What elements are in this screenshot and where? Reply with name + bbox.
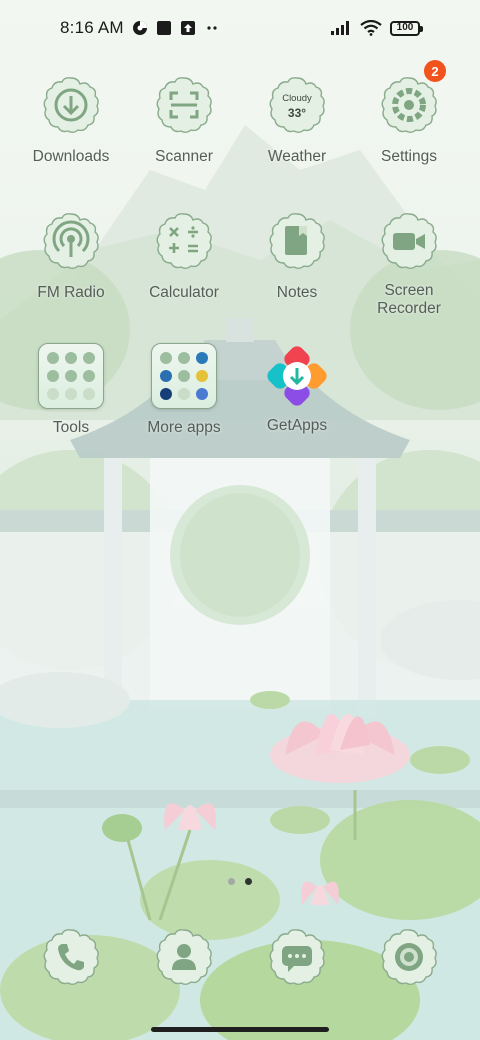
status-bar: 8:16 AM 100 bbox=[0, 0, 480, 56]
download-icon bbox=[42, 76, 100, 134]
app-screen-recorder[interactable]: Screen Recorder bbox=[353, 212, 465, 318]
scan-icon bbox=[155, 76, 213, 134]
app-settings[interactable]: 2 Settings bbox=[353, 60, 465, 166]
app-label: Scanner bbox=[155, 148, 213, 165]
app-label: Calculator bbox=[149, 284, 219, 301]
contacts-icon bbox=[155, 928, 213, 986]
app-label: Downloads bbox=[32, 148, 110, 165]
notification-badge: 2 bbox=[424, 60, 446, 82]
gear-icon: 2 bbox=[380, 60, 446, 134]
folder-more-apps[interactable]: More apps bbox=[128, 343, 240, 437]
signal-icon bbox=[330, 20, 352, 36]
folder-icon bbox=[151, 343, 217, 409]
app-label: GetApps bbox=[266, 417, 328, 434]
app-label: FM Radio bbox=[37, 284, 105, 301]
page-indicator[interactable] bbox=[0, 878, 480, 885]
phone-icon bbox=[42, 928, 100, 986]
app-label: Notes bbox=[276, 284, 318, 301]
battery-icon: 100 bbox=[390, 20, 423, 36]
app-notification-icon bbox=[156, 20, 172, 36]
dock-contacts[interactable] bbox=[128, 928, 240, 986]
dock-messages[interactable] bbox=[241, 928, 353, 986]
upload-icon bbox=[180, 20, 196, 36]
status-time: 8:16 AM bbox=[60, 18, 124, 37]
app-calculator[interactable]: Calculator bbox=[128, 212, 240, 302]
app-label: More apps bbox=[147, 419, 221, 436]
app-label: Weather bbox=[267, 148, 327, 165]
app-weather[interactable]: Cloudy 33° Weather bbox=[241, 76, 353, 166]
weather-temp: 33° bbox=[287, 106, 307, 120]
app-label-line: Recorder bbox=[377, 300, 441, 317]
folder-tools[interactable]: Tools bbox=[15, 343, 127, 437]
app-fm-radio[interactable]: FM Radio bbox=[15, 212, 127, 302]
camera-icon bbox=[380, 928, 438, 986]
app-label: Tools bbox=[52, 419, 90, 436]
folder-icon bbox=[38, 343, 104, 409]
notes-icon bbox=[268, 212, 326, 270]
video-camera-icon bbox=[380, 212, 438, 270]
calculator-icon bbox=[155, 212, 213, 270]
messages-icon bbox=[268, 928, 326, 986]
getapps-icon bbox=[264, 343, 330, 409]
more-notifications-icon bbox=[204, 20, 220, 36]
weather-condition: Cloudy bbox=[282, 93, 312, 104]
home-indicator[interactable] bbox=[151, 1027, 329, 1032]
radio-icon bbox=[42, 212, 100, 270]
weather-icon: Cloudy 33° bbox=[268, 76, 326, 134]
page-dot-active[interactable] bbox=[245, 878, 252, 885]
app-downloads[interactable]: Downloads bbox=[15, 76, 127, 166]
data-saver-icon bbox=[132, 20, 148, 36]
app-label: Settings bbox=[380, 148, 437, 165]
app-getapps[interactable]: GetApps bbox=[241, 343, 353, 435]
app-notes[interactable]: Notes bbox=[241, 212, 353, 302]
dock-camera[interactable] bbox=[353, 928, 465, 986]
dock-phone[interactable] bbox=[15, 928, 127, 986]
app-label-line: Screen bbox=[384, 282, 434, 299]
app-scanner[interactable]: Scanner bbox=[128, 76, 240, 166]
page-dot[interactable] bbox=[228, 878, 235, 885]
app-label: Screen Recorder bbox=[377, 282, 441, 318]
wifi-icon bbox=[360, 20, 382, 36]
